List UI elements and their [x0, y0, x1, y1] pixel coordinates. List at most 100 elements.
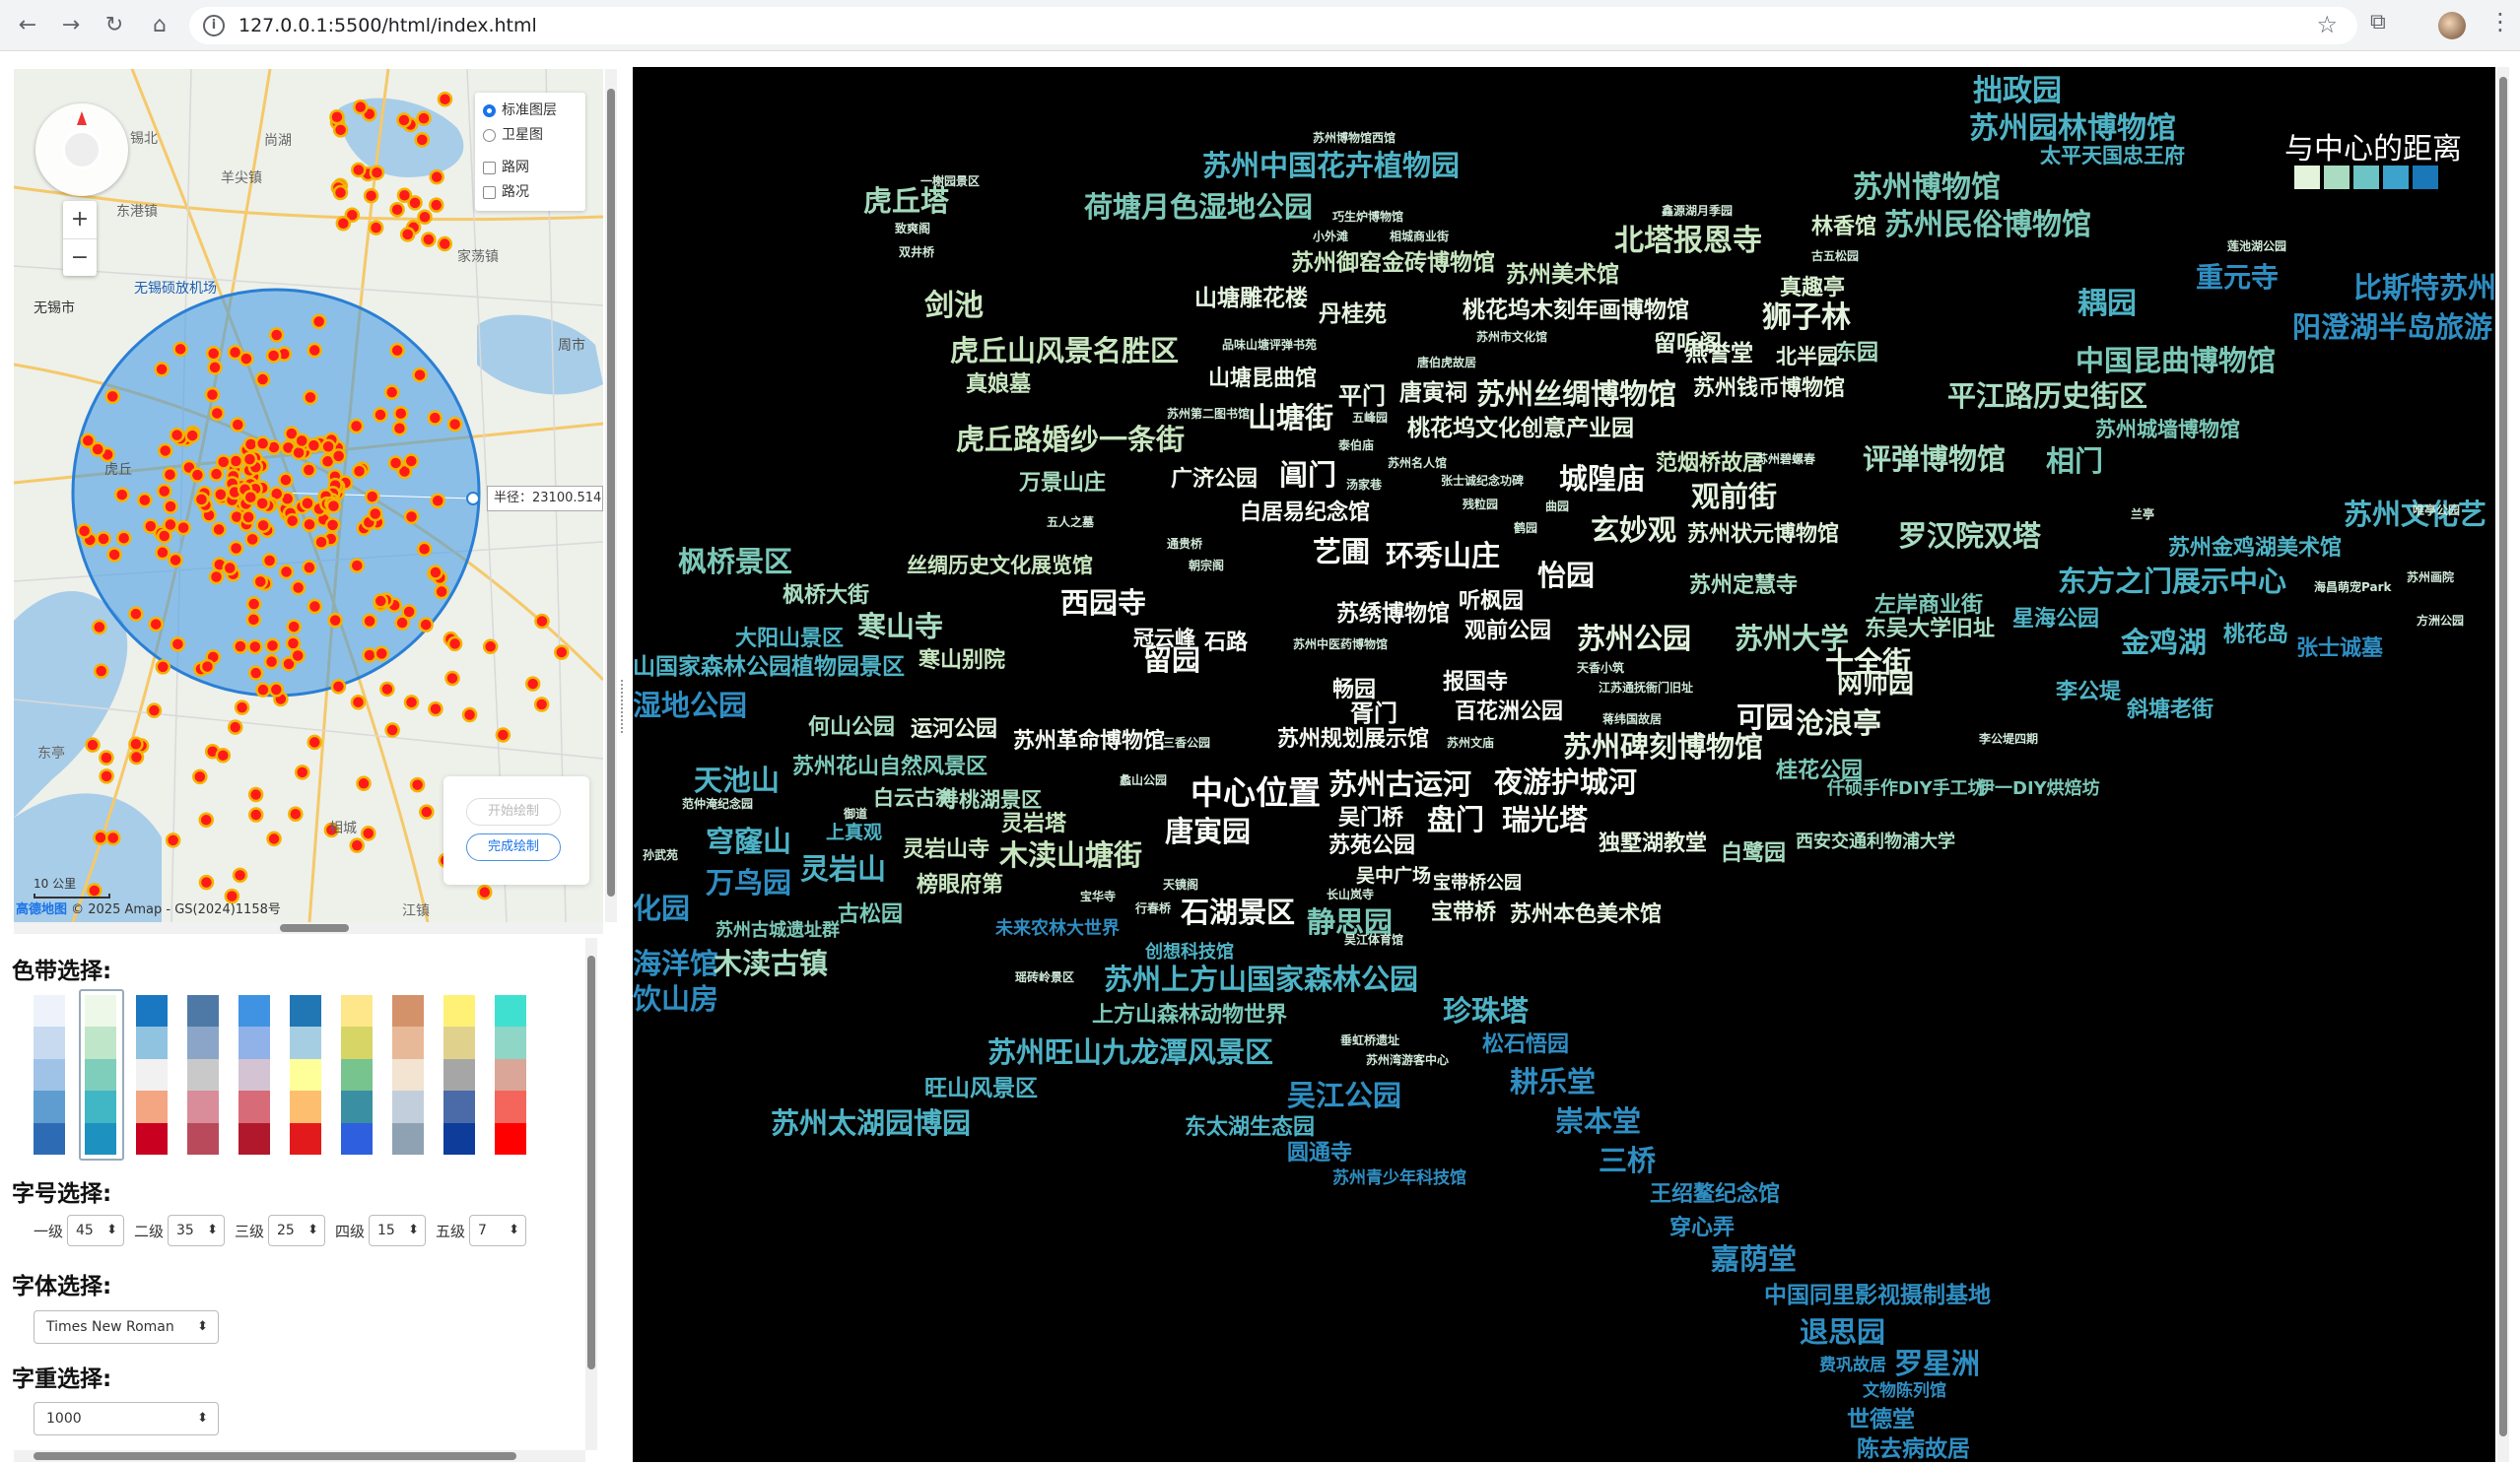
cloud-word[interactable]: 灵岩塔 — [1001, 814, 1066, 835]
cloud-word[interactable]: 张士诚墓 — [2296, 638, 2383, 660]
cloud-word[interactable]: 退思园 — [1800, 1318, 1885, 1347]
cloud-word[interactable]: 真娘墓 — [966, 374, 1031, 396]
cloud-word[interactable]: 苏州金鸡湖美术馆 — [2168, 538, 2342, 560]
cloud-word-small[interactable]: 兰亭 — [2131, 508, 2154, 520]
poi-marker[interactable] — [238, 351, 254, 366]
home-icon[interactable]: ⌂ — [144, 10, 175, 41]
poi-marker[interactable] — [310, 313, 327, 330]
poi-marker[interactable] — [242, 489, 259, 505]
poi-marker[interactable] — [85, 737, 101, 753]
cloud-word[interactable]: 仟硕手作DIY手工坊 — [1827, 780, 1986, 798]
cloud-word[interactable]: 万景山庄 — [1019, 473, 1106, 495]
cloud-word[interactable]: 宝带桥公园 — [1433, 875, 1522, 893]
palette-option[interactable] — [136, 995, 168, 1156]
poi-marker[interactable] — [399, 227, 416, 242]
poi-marker[interactable] — [348, 418, 365, 434]
cloud-word[interactable]: 听枫园 — [1459, 591, 1524, 613]
cloud-word[interactable]: 三桥 — [1599, 1147, 1656, 1175]
cloud-word[interactable]: 中心位置 — [1191, 776, 1321, 809]
cloud-word[interactable]: 湿地公园 — [633, 692, 747, 720]
poi-marker[interactable] — [332, 122, 349, 138]
cloud-word[interactable]: 苏州规划展示馆 — [1277, 729, 1429, 751]
poi-marker[interactable] — [353, 99, 369, 115]
cloud-word[interactable]: 沧浪亭 — [1796, 709, 1881, 738]
cloud-word[interactable]: 耦园 — [2077, 290, 2137, 319]
cloud-word[interactable]: 瑞光塔 — [1502, 806, 1588, 834]
cloud-word-small[interactable]: 李公堤四期 — [1979, 733, 2038, 745]
cloud-word[interactable]: 山国家森林公园植物园景区 — [633, 656, 905, 679]
cloud-word[interactable]: 留园 — [1143, 646, 1200, 675]
poi-marker[interactable] — [349, 837, 365, 853]
poi-marker[interactable] — [106, 547, 122, 563]
cloud-word-small[interactable]: 苏州碧螺春 — [1756, 453, 1815, 465]
cloud-word[interactable]: 苏州丝绸博物馆 — [1476, 380, 1676, 409]
poi-marker[interactable] — [104, 830, 121, 846]
poi-marker[interactable] — [232, 867, 248, 884]
cloud-word[interactable]: 木渎山塘街 — [999, 841, 1142, 870]
cloud-word[interactable]: 木渎古镇 — [714, 950, 828, 978]
cloud-word[interactable]: 世德堂 — [1847, 1409, 1915, 1432]
poi-marker[interactable] — [265, 348, 282, 364]
poi-marker[interactable] — [306, 734, 322, 751]
cloud-word[interactable]: 白居易纪念馆 — [1240, 502, 1370, 524]
poi-marker[interactable] — [389, 342, 405, 359]
cloud-word[interactable]: 东方之门展示中心 — [2058, 567, 2286, 596]
poi-marker[interactable] — [412, 366, 428, 383]
cloud-word[interactable]: 斜塘老街 — [2127, 699, 2214, 721]
palette-option[interactable] — [290, 995, 321, 1156]
cloud-word-small[interactable]: 御道 — [844, 808, 867, 820]
cloud-word[interactable]: 虎丘路婚纱一条街 — [956, 426, 1185, 454]
poi-marker[interactable] — [99, 768, 114, 784]
poi-marker[interactable] — [247, 638, 263, 655]
cloud-word[interactable]: 苏州定慧寺 — [1689, 575, 1798, 597]
cloud-word[interactable]: 吴江公园 — [1287, 1082, 1401, 1110]
poi-marker[interactable] — [329, 108, 345, 125]
cloud-word[interactable]: 网师园 — [1837, 672, 1914, 698]
poi-marker[interactable] — [261, 553, 278, 568]
cloud-word[interactable]: 费巩故居 — [1819, 1358, 1886, 1374]
cloud-word[interactable]: 狮子林 — [1762, 303, 1851, 333]
poi-marker[interactable] — [428, 700, 443, 717]
cloud-word[interactable]: 穹窿山 — [706, 828, 791, 856]
font-family-select[interactable]: Times New Roman — [34, 1310, 219, 1344]
cloud-word-small[interactable]: 苏州名人馆 — [1388, 457, 1447, 469]
cloud-word[interactable]: 重元寺 — [2196, 264, 2279, 292]
cloud-word[interactable]: 苏州公园 — [1577, 625, 1691, 653]
cloud-word[interactable]: 苏州革命博物馆 — [1013, 731, 1165, 753]
font-weight-select[interactable]: 1000 — [34, 1402, 219, 1435]
poi-marker[interactable] — [199, 658, 216, 675]
cloud-word[interactable]: 枫桥景区 — [678, 548, 792, 576]
cloud-word[interactable]: 怡园 — [1537, 562, 1595, 590]
cloud-word[interactable]: 盘门 — [1427, 806, 1484, 834]
layer-satellite[interactable]: 卫星图 — [483, 123, 578, 148]
poi-marker[interactable] — [360, 826, 376, 841]
cloud-word[interactable]: 吴中广场 — [1356, 867, 1431, 886]
palette-option[interactable] — [187, 995, 219, 1156]
poi-marker[interactable] — [172, 341, 188, 358]
cloud-word[interactable]: 中国昆曲博物馆 — [2076, 347, 2276, 375]
poi-marker[interactable] — [205, 346, 222, 362]
poi-marker[interactable] — [417, 209, 433, 226]
panel-splitter[interactable] — [621, 680, 627, 733]
cloud-word[interactable]: 东太湖生态园 — [1185, 1117, 1315, 1139]
cloud-word[interactable]: 圆通寺 — [1287, 1143, 1352, 1165]
poi-marker[interactable] — [332, 184, 349, 201]
cloud-word[interactable]: 左岸商业街 — [1874, 595, 1983, 617]
cloud-word[interactable]: 吴门桥 — [1338, 808, 1403, 830]
cloud-word[interactable]: 唐寅园 — [1165, 818, 1251, 846]
cloud-word-small[interactable]: 孙武苑 — [643, 849, 678, 861]
cloud-word[interactable]: 陈去病故居 — [1857, 1438, 1970, 1461]
cloud-word[interactable]: 王绍鳌纪念馆 — [1650, 1184, 1780, 1206]
cloud-word[interactable]: 苏州花山自然风景区 — [792, 757, 988, 778]
cloud-word-small[interactable]: 苏州文庙 — [1447, 737, 1494, 749]
cloud-word-small[interactable]: 双井桥 — [899, 246, 934, 258]
cloud-word[interactable]: 西园寺 — [1060, 589, 1146, 618]
cloud-word[interactable]: 剑池 — [924, 292, 984, 321]
poi-marker[interactable] — [419, 804, 435, 820]
cloud-word[interactable]: 未来农林大世界 — [995, 920, 1120, 938]
poi-marker[interactable] — [209, 405, 226, 422]
poi-marker[interactable] — [437, 235, 452, 252]
cloud-word[interactable]: 城隍庙 — [1559, 465, 1645, 494]
poi-marker[interactable] — [403, 695, 420, 710]
cloud-word[interactable]: 唐寅祠 — [1399, 382, 1467, 405]
